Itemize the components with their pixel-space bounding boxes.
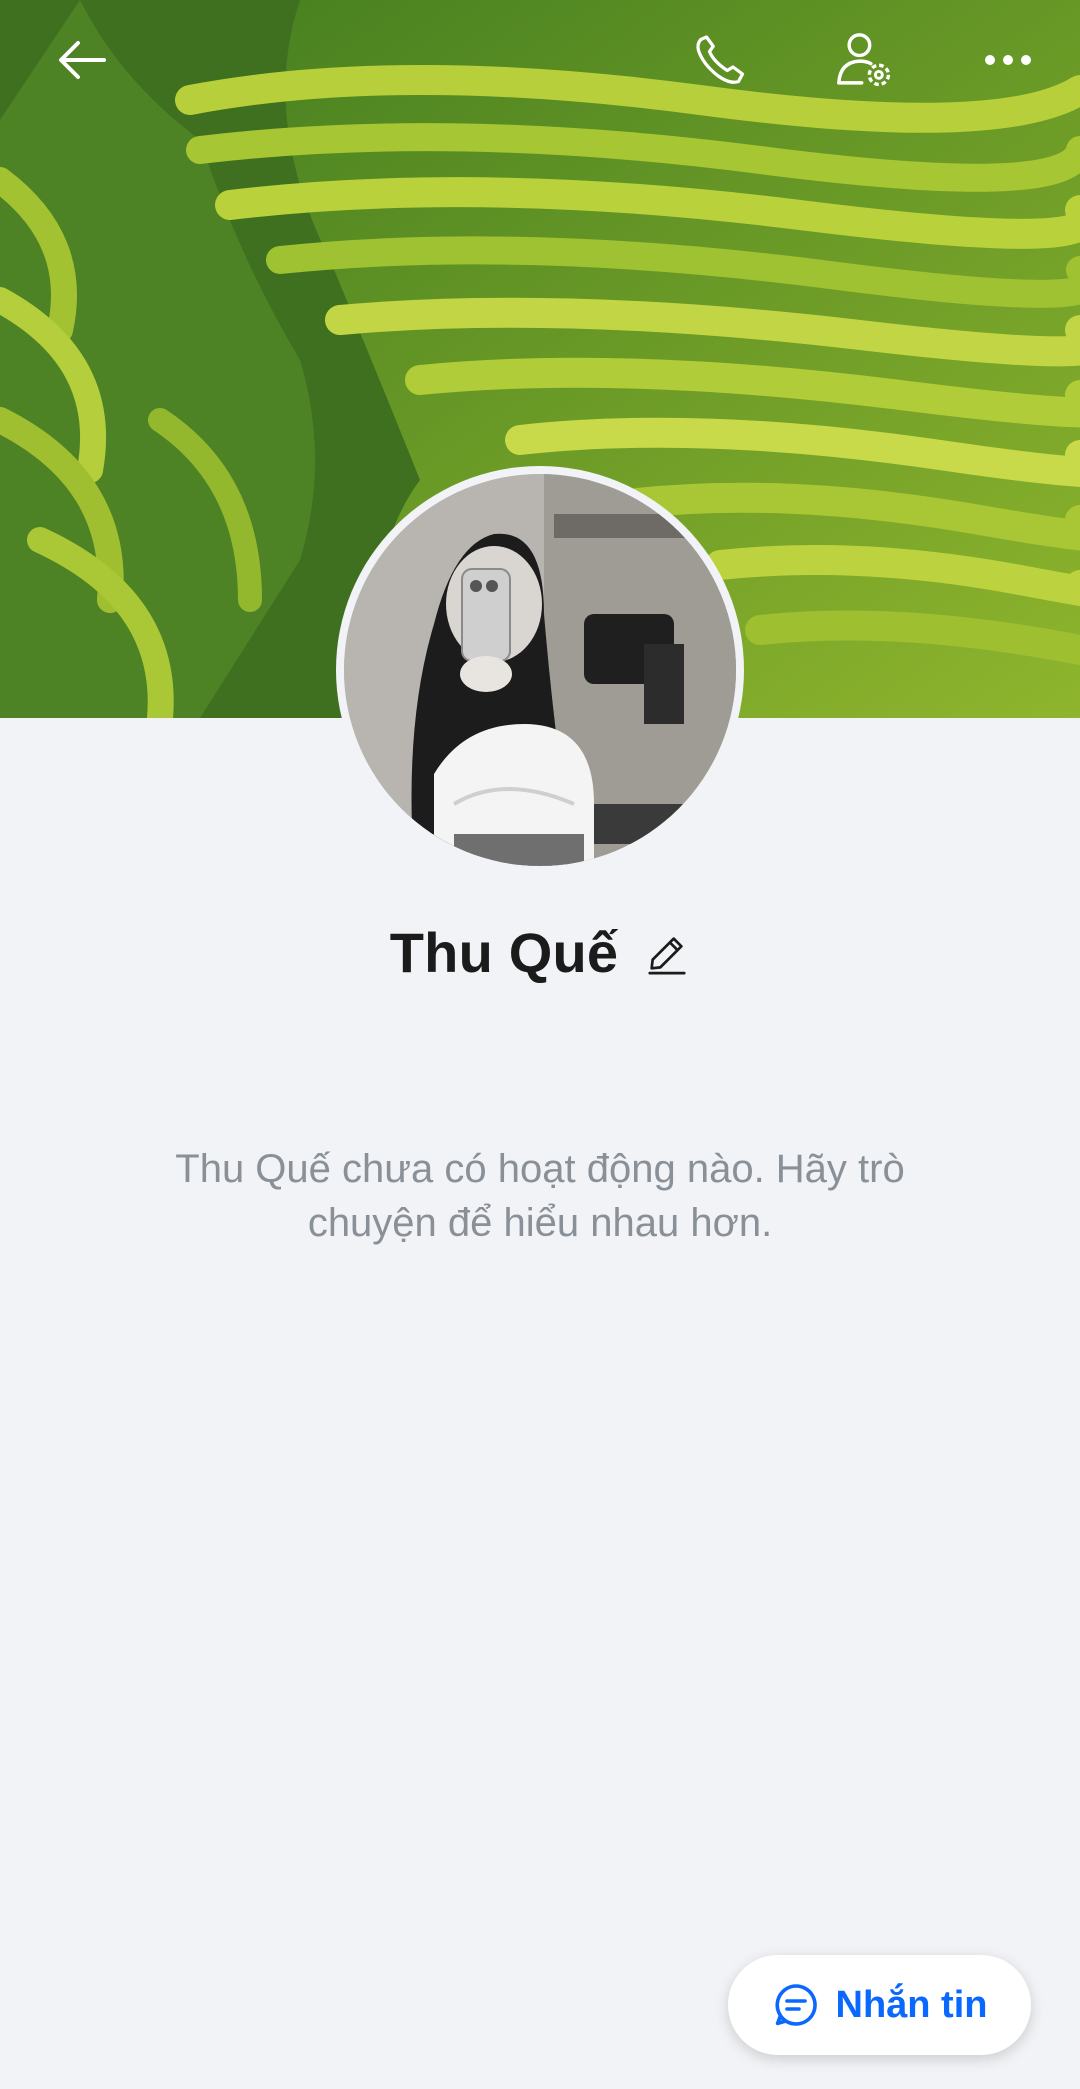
profile-photo [344,474,736,866]
back-arrow-icon [59,41,106,79]
more-options-button[interactable] [970,22,1046,98]
chat-bubble-icon [775,1984,817,2026]
avatar-frame[interactable] [336,466,744,874]
more-icon [985,55,1031,65]
edit-pencil-icon[interactable] [644,930,690,976]
back-button[interactable] [44,22,120,98]
phone-icon [696,35,745,84]
profile-name: Thu Quế [389,921,619,984]
top-app-bar [0,0,1080,120]
empty-activity-message: Thu Quế chưa có hoạt động nào. Hãy trò c… [175,1147,905,1245]
avatar [344,474,736,866]
call-button[interactable] [682,22,758,98]
user-settings-icon [837,33,891,87]
message-button-label: Nhắn tin [835,1983,988,2026]
profile-name-row: Thu Quế [0,920,1080,985]
profile-settings-button[interactable] [826,22,902,98]
message-button[interactable]: Nhắn tin [728,1955,1031,2055]
